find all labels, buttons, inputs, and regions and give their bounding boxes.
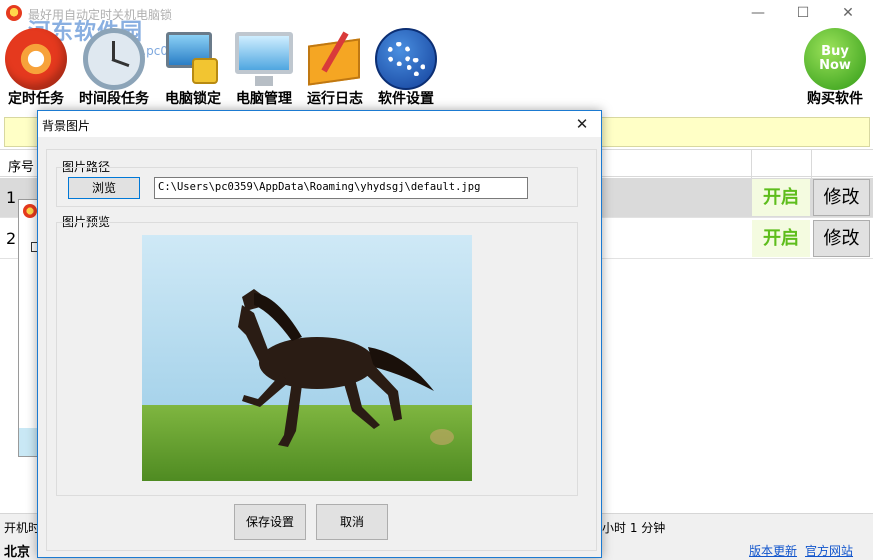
buy-badge-text: Buy <box>821 44 849 59</box>
toolbar-computer-manage[interactable]: 电脑管理 <box>232 28 296 108</box>
beijing-time-label: 北京 <box>4 545 31 560</box>
background-image-dialog: 背景图片 ✕ 图片路径 浏览 C:\Users\pc0359\AppData\R… <box>37 110 602 558</box>
toolbar-label: 软件设置 <box>378 91 434 107</box>
edit-button[interactable]: 修改 <box>813 179 870 216</box>
toolbar-label: 购买软件 <box>807 91 863 107</box>
image-preview <box>142 235 472 481</box>
official-site-link[interactable]: 官方网站 <box>805 542 853 559</box>
save-settings-button[interactable]: 保存设置 <box>234 504 306 540</box>
status-on-button[interactable]: 开启 <box>752 179 810 216</box>
toolbar-timed-task[interactable]: 定时任务 <box>3 28 69 108</box>
app-icon <box>23 204 37 218</box>
toolbar-period-task[interactable]: 时间段任务 <box>74 28 154 108</box>
toolbar-buy-software[interactable]: Buy Now 购买软件 <box>803 28 867 108</box>
toolbar-software-settings[interactable]: 软件设置 <box>374 28 438 108</box>
row-index: 1 <box>6 188 17 207</box>
buy-badge-text: Now <box>819 58 851 73</box>
version-update-link[interactable]: 版本更新 <box>749 542 797 559</box>
toolbar-label: 定时任务 <box>8 91 64 107</box>
monitor-icon <box>233 28 295 90</box>
computer-lock-icon <box>162 28 224 90</box>
boot-time-label: 开机时 <box>4 521 41 535</box>
dialog-close-button[interactable]: ✕ <box>567 113 597 135</box>
uptime-text: 小时 1 分钟 <box>602 521 666 535</box>
clock-icon <box>83 28 145 90</box>
buy-now-icon: Buy Now <box>804 28 866 90</box>
dialog-title: 背景图片 <box>42 119 91 133</box>
toolbar-label: 运行日志 <box>307 91 363 107</box>
edit-button[interactable]: 修改 <box>813 220 870 257</box>
app-window: 最好用自动定时关机电脑锁 河东软件园 www.pc0359.cn — ☐ ✕ 定… <box>0 0 873 560</box>
gears-icon <box>375 28 437 90</box>
image-path-field[interactable]: C:\Users\pc0359\AppData\Roaming\yhydsgj\… <box>154 177 528 199</box>
toolbar-label: 时间段任务 <box>79 91 149 107</box>
toolbar-label: 电脑锁定 <box>165 91 221 107</box>
browse-button[interactable]: 浏览 <box>68 177 140 199</box>
toolbar-label: 电脑管理 <box>236 91 292 107</box>
cancel-button[interactable]: 取消 <box>316 504 388 540</box>
toolbar: 定时任务 时间段任务 电脑锁定 电脑管理 运行日志 软件设置 Buy Now 购… <box>0 28 873 110</box>
logbook-icon <box>304 28 366 90</box>
close-button[interactable]: ✕ <box>828 2 868 26</box>
column-index-header: 序号 <box>8 160 35 175</box>
horse-picture <box>142 235 472 481</box>
title-bar: 最好用自动定时关机电脑锁 河东软件园 www.pc0359.cn — ☐ ✕ <box>0 0 873 58</box>
minimize-button[interactable]: — <box>738 2 778 26</box>
app-icon <box>6 5 22 21</box>
status-on-button[interactable]: 开启 <box>752 220 810 257</box>
dialog-title-bar: 背景图片 ✕ <box>38 111 601 137</box>
toolbar-run-log[interactable]: 运行日志 <box>303 28 367 108</box>
maximize-button[interactable]: ☐ <box>783 2 823 26</box>
timer-icon <box>5 28 67 90</box>
toolbar-computer-lock[interactable]: 电脑锁定 <box>161 28 225 108</box>
row-index: 2 <box>6 229 17 248</box>
